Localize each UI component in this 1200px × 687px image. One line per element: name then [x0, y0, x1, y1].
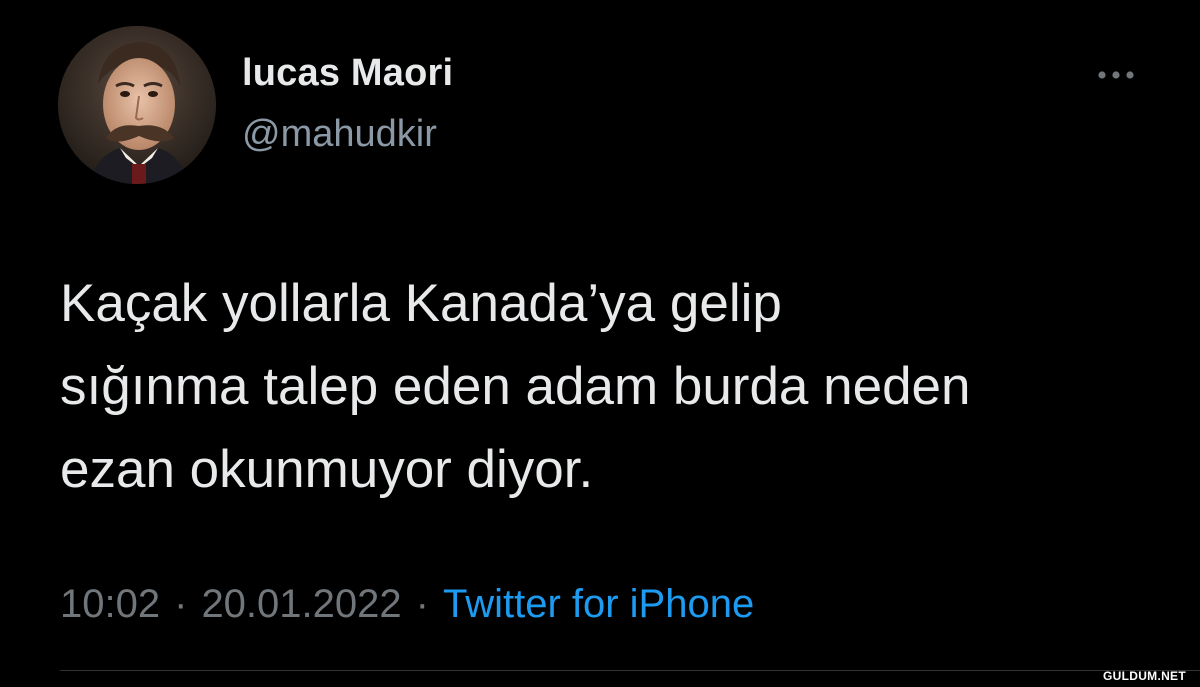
tweet-text: Kaçak yollarla Kanada’ya gelip sığınma t…	[60, 274, 971, 499]
more-horizontal-icon	[1098, 71, 1134, 79]
meta-separator: ·	[174, 582, 188, 626]
tweet-date[interactable]: 20.01.2022	[201, 582, 401, 627]
tweet-time[interactable]: 10:02	[60, 582, 160, 627]
more-options-button[interactable]	[1092, 60, 1140, 90]
tweet-source-link[interactable]: Twitter for iPhone	[443, 582, 754, 627]
user-handle[interactable]: @mahudkir	[242, 113, 437, 156]
meta-separator: ·	[415, 582, 429, 626]
display-name[interactable]: lucas Maori	[242, 52, 453, 95]
watermark: GULDUM.NET	[1103, 669, 1186, 683]
avatar[interactable]	[58, 26, 216, 184]
avatar-portrait	[58, 26, 216, 184]
divider	[60, 670, 1200, 671]
tweet-metadata: 10:02 · 20.01.2022 · Twitter for iPhone	[60, 582, 754, 627]
